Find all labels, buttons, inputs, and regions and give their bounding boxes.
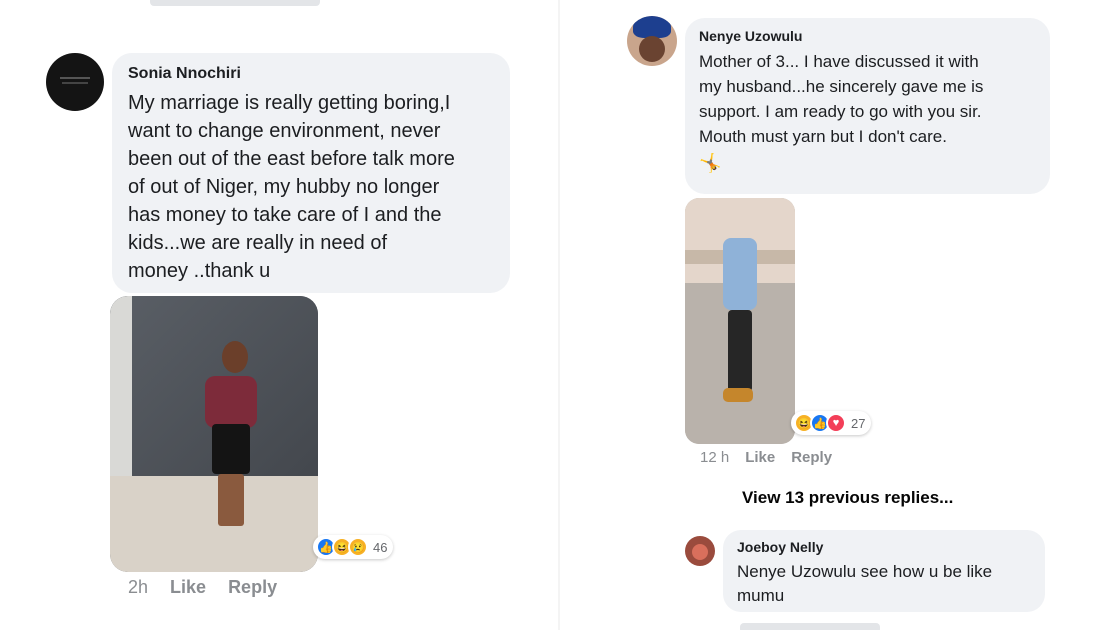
comment-bubble: Sonia Nnochiri My marriage is really get… [112,53,510,293]
photo-wall-edge [110,296,132,476]
comment-photo[interactable] [110,296,318,572]
photo-person-top [205,376,257,428]
avatar-text-mark [60,77,90,79]
comment-author[interactable]: Sonia Nnochiri [128,65,494,83]
photo-person-head [222,341,248,373]
photo-person-boots [723,388,753,402]
photo-person-skirt [212,424,250,474]
comment-actions: 2h Like Reply [128,577,277,598]
comment-photo[interactable] [685,198,795,444]
comment-timestamp[interactable]: 12 h [700,449,729,466]
photo-person-jacket [723,238,757,310]
right-screenshot-panel: Nenye Uzowulu Mother of 3... I have disc… [560,0,1120,630]
avatar[interactable] [627,16,677,66]
view-previous-replies-link[interactable]: View 13 previous replies... [742,488,953,508]
love-icon: ♥ [826,413,846,433]
reply-link[interactable]: Reply [791,449,832,466]
comment-actions: 12 h Like Reply [700,449,832,466]
avatar-text-mark [62,82,88,84]
comment-author[interactable]: Nenye Uzowulu [699,28,1036,44]
cartwheel-emoji: 🤸 [699,153,722,173]
reaction-count: 27 [851,415,866,431]
left-screenshot-panel: Sonia Nnochiri My marriage is really get… [0,0,560,630]
photo-person-legs [218,474,244,526]
reply-link[interactable]: Reply [228,577,277,598]
comment-bubble: Nenye Uzowulu Mother of 3... I have disc… [685,18,1050,194]
reaction-summary[interactable]: 👍 😆 😢 46 [313,535,394,559]
like-link[interactable]: Like [170,577,206,598]
sad-icon: 😢 [348,537,368,557]
photo-person-legs [728,310,752,392]
avatar[interactable] [46,53,104,111]
avatar-face [692,544,708,560]
reply-author[interactable]: Joeboy Nelly [737,539,1031,555]
reply-bubble: Joeboy Nelly Nenye Uzowulu see how u be … [723,530,1045,612]
avatar-headwrap [633,16,671,38]
comment-text: Mother of 3... I have discussed it with … [699,52,984,146]
reply-text: Nenye Uzowulu see how u be like mumu [737,562,993,605]
avatar-face [639,36,665,62]
avatar[interactable] [685,536,715,566]
reaction-summary[interactable]: 😆 👍 ♥ 27 [791,411,872,435]
comment-timestamp[interactable]: 2h [128,577,148,598]
photo-floor [110,476,318,572]
like-link[interactable]: Like [745,449,775,466]
reaction-count: 46 [373,539,388,555]
cropped-action-row [150,0,320,6]
comment-text: My marriage is really getting boring,I w… [128,92,455,282]
cropped-action-row [740,623,880,630]
